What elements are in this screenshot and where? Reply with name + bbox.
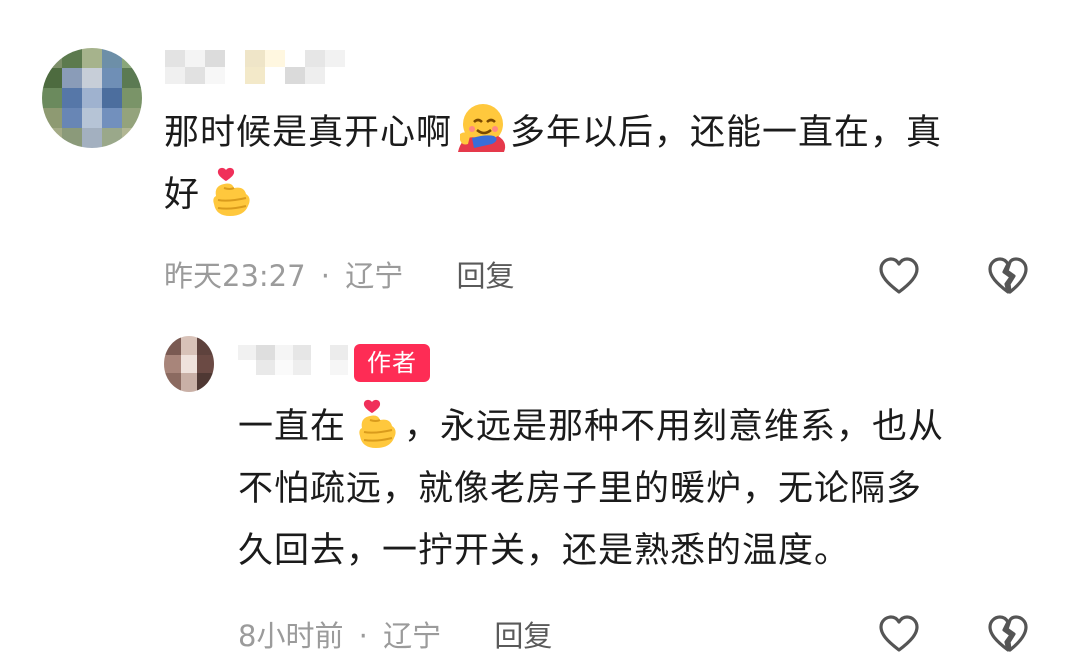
author-username[interactable] — [238, 345, 348, 375]
broken-heart-icon[interactable] — [986, 612, 1030, 656]
reply-location: 辽宁 — [383, 619, 442, 653]
heart-outline-icon[interactable] — [877, 254, 921, 298]
finger-heart-emoji — [213, 167, 250, 216]
reply-time: 8小时前 — [238, 619, 344, 653]
reply-meta: 8小时前 · 辽宁 回复 — [238, 618, 552, 654]
comment-meta: 昨天23:27 · 辽宁 回复 — [164, 258, 514, 294]
author-badge: 作者 — [354, 344, 430, 382]
comment-time: 昨天23:27 — [164, 259, 306, 293]
commenter-username[interactable] — [165, 50, 345, 84]
meta-separator: · — [358, 619, 368, 653]
reply-line-1: 一直在 ，永远是那种不用刻意维系，也从 — [238, 396, 1058, 458]
author-avatar[interactable] — [164, 336, 214, 392]
reply-reply-button[interactable]: 回复 — [494, 619, 552, 653]
comment-reply-button[interactable]: 回复 — [456, 259, 514, 293]
reply-line-3: 久回去，一拧开关，还是熟悉的温度。 — [238, 531, 851, 571]
comment-line-1: 那时候是真开心啊 多年以后，还能一直在，真 — [164, 100, 1044, 164]
broken-heart-icon[interactable] — [986, 254, 1030, 298]
comment-location: 辽宁 — [345, 259, 404, 293]
finger-heart-emoji — [359, 399, 396, 448]
reply-line-2: 不怕疏远，就像老房子里的暖炉，无论隔多 — [238, 469, 923, 509]
commenter-avatar[interactable] — [42, 48, 142, 148]
comment-line-2: 好 — [164, 164, 1044, 226]
comment-text: 那时候是真开心啊 多年以后，还能一直在，真 好 — [164, 100, 1044, 226]
hugging-face-emoji — [458, 104, 506, 152]
reply-text: 一直在 ，永远是那种不用刻意维系，也从 不怕疏远，就像老房子里的暖炉，无论隔多 … — [238, 396, 1058, 582]
heart-outline-icon[interactable] — [877, 612, 921, 656]
meta-separator: · — [320, 259, 331, 293]
